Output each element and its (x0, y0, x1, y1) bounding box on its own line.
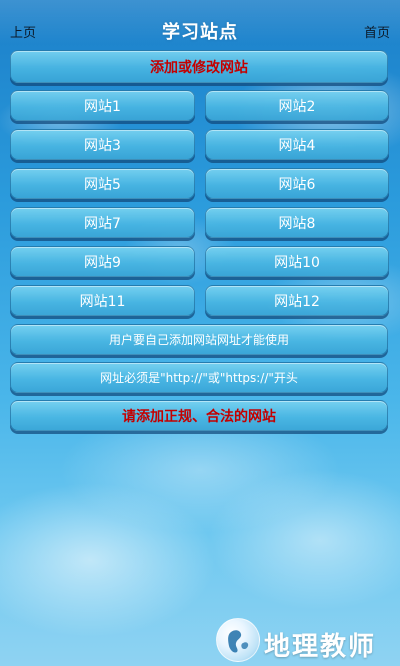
add-or-modify-site-label: 添加或修改网站 (150, 59, 248, 76)
usage-note-banner: 用户要自己添加网站网址才能使用 (10, 324, 388, 355)
top-bar: 上页 学习站点 首页 (0, 0, 400, 44)
site-12-button[interactable]: 网站12 (205, 285, 389, 316)
site-5-button[interactable]: 网站5 (10, 168, 195, 199)
site-2-button[interactable]: 网站2 (205, 90, 389, 121)
site-6-label: 网站6 (278, 176, 316, 193)
legal-note-banner: 请添加正规、合法的网站 (10, 400, 388, 431)
site-7-button[interactable]: 网站7 (10, 207, 195, 238)
brand-logo: 地理教师 (206, 612, 396, 666)
site-7-label: 网站7 (84, 215, 121, 232)
site-6-button[interactable]: 网站6 (205, 168, 389, 199)
brand-logo-text: 地理教师 (264, 632, 377, 662)
site-3-button[interactable]: 网站3 (10, 129, 195, 160)
site-4-button[interactable]: 网站4 (205, 129, 389, 160)
site-3-label: 网站3 (84, 137, 121, 154)
site-8-button[interactable]: 网站8 (205, 207, 389, 238)
globe-icon-graphic (228, 630, 249, 653)
site-4-label: 网站4 (278, 137, 316, 154)
site-1-label: 网站1 (84, 98, 121, 115)
home-button[interactable]: 首页 (364, 22, 390, 41)
site-5-label: 网站5 (84, 176, 121, 193)
site-10-button[interactable]: 网站10 (205, 246, 389, 277)
site-1-button[interactable]: 网站1 (10, 90, 195, 121)
site-9-button[interactable]: 网站9 (10, 246, 195, 277)
site-10-label: 网站10 (274, 254, 320, 271)
add-or-modify-site-button[interactable]: 添加或修改网站 (10, 50, 388, 83)
site-11-label: 网站11 (79, 293, 126, 310)
legal-note-text: 请添加正规、合法的网站 (122, 408, 276, 425)
page-title: 学习站点 (162, 22, 238, 43)
site-12-label: 网站12 (274, 293, 320, 310)
url-prefix-note-text: 网址必须是"http://"或"https://"开头 (100, 371, 298, 385)
globe-icon (216, 618, 260, 662)
url-prefix-note-banner: 网址必须是"http://"或"https://"开头 (10, 362, 388, 393)
site-2-label: 网站2 (278, 98, 316, 115)
site-11-button[interactable]: 网站11 (10, 285, 195, 316)
site-9-label: 网站9 (84, 254, 121, 271)
usage-note-text: 用户要自己添加网站网址才能使用 (108, 333, 289, 347)
site-8-label: 网站8 (278, 215, 316, 232)
